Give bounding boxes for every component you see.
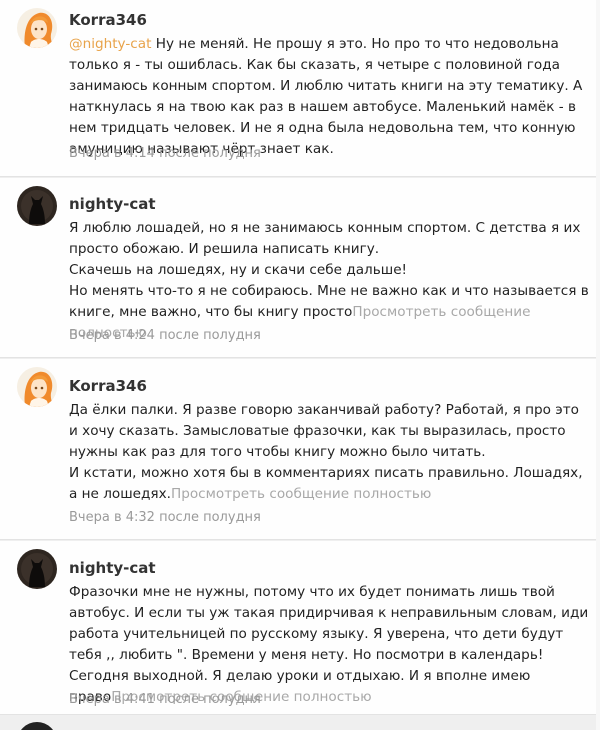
comment-timestamp: Вчера в 4:14 после полудня [69,146,261,161]
comment-author[interactable]: Korra346 [69,377,147,395]
view-full-message-link[interactable]: Просмотреть сообщение полностью [171,486,431,502]
comment-item: nighty-cat Фразочки мне не нужны, потому… [0,541,596,715]
comment-timestamp: Вчера в 4:24 после полудня [69,328,261,343]
comment-text: Я люблю лошадей, но я не занимаюсь конны… [69,220,581,257]
comment-timestamp: Вчера в 4:32 после полудня [69,510,261,525]
comment-timestamp: Вчера в 4:41 после полудня [69,692,261,707]
comment-text: Да ёлки палки. Я разве говорю заканчивай… [69,402,579,460]
black-cat-avatar-icon[interactable] [17,549,57,589]
comment-thread: Korra346 @nighty-cat Ну не меняй. Не про… [0,0,600,730]
comment-author[interactable]: nighty-cat [69,559,156,577]
comment-text: Ну не меняй. Не прошу я это. Но про то ч… [69,36,583,157]
scrollbar[interactable] [596,0,600,730]
comment-body: @nighty-cat Ну не меняй. Не прошу я это.… [69,34,589,160]
orange-anime-girl-avatar-icon[interactable] [17,367,57,407]
comment-body: Я люблю лошадей, но я не занимаюсь конны… [69,218,589,344]
comment-item: nighty-cat Я люблю лошадей, но я не зани… [0,178,596,358]
black-cat-avatar-icon[interactable] [17,186,57,226]
orange-anime-girl-avatar-icon[interactable] [17,8,57,48]
comment-text: Скачешь на лошедях, ну и скачи себе даль… [69,262,408,278]
comment-author[interactable]: nighty-cat [69,195,156,213]
comment-author[interactable]: Korra346 [69,11,147,29]
comment-item: Korra346 Да ёлки палки. Я разве говорю з… [0,359,596,540]
comment-body: Да ёлки палки. Я разве говорю заканчивай… [69,400,589,505]
comment-text: Фразочки мне не нужны, потому что их буд… [69,584,589,705]
comment-item: Korra346 @nighty-cat Ну не меняй. Не про… [0,0,596,177]
mention-link[interactable]: @nighty-cat [69,36,151,52]
next-comment-avatar-icon[interactable] [17,722,57,730]
comment-body: Фразочки мне не нужны, потому что их буд… [69,582,589,708]
